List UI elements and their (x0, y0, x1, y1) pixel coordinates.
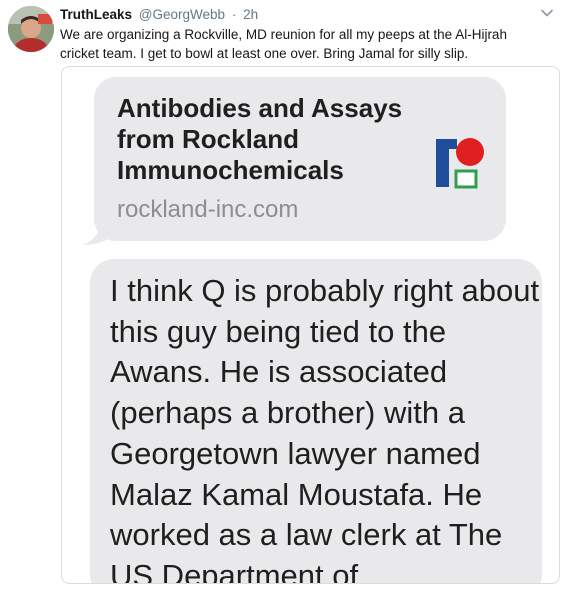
link-title[interactable]: Antibodies and Assays from Rockland Immu… (117, 93, 417, 186)
rockland-logo-icon (436, 138, 484, 189)
avatar[interactable] (8, 6, 54, 52)
tweet-media[interactable]: Antibodies and Assays from Rockland Immu… (61, 66, 560, 584)
link-domain[interactable]: rockland-inc.com (117, 195, 298, 225)
message-text: I think Q is probably right about this g… (110, 273, 540, 584)
tweet-header: TruthLeaks @GeorgWebb · 2h (60, 6, 532, 24)
chevron-down-icon[interactable] (540, 6, 554, 20)
bubble-tail (82, 217, 116, 245)
timestamp[interactable]: 2h (243, 7, 258, 22)
avatar-image (8, 6, 54, 52)
display-name[interactable]: TruthLeaks (60, 7, 132, 22)
separator-dot: · (231, 7, 237, 22)
user-handle[interactable]: @GeorgWebb (139, 7, 225, 22)
tweet-text: We are organizing a Rockville, MD reunio… (60, 27, 507, 61)
